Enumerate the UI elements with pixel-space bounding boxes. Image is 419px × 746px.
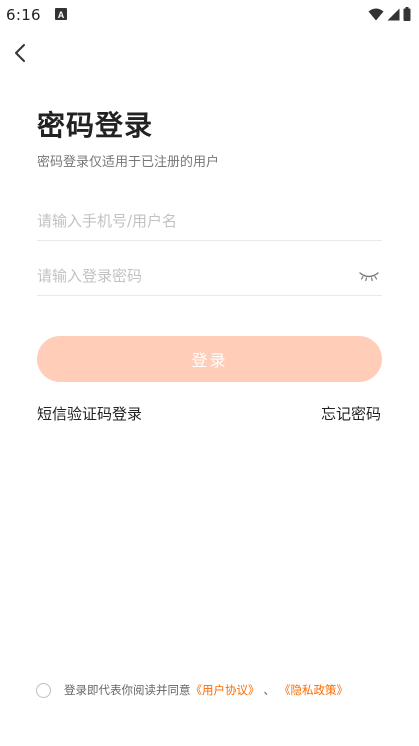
agreement-row: 登录即代表你阅读并同意 《用户协议》 、 《隐私政策》 bbox=[36, 682, 348, 698]
login-button[interactable]: 登录 bbox=[37, 336, 382, 382]
status-bar: 6:16 A bbox=[0, 0, 419, 30]
page-title: 密码登录 bbox=[37, 109, 154, 142]
status-time: 6:16 bbox=[6, 6, 41, 24]
privacy-policy-link[interactable]: 《隐私政策》 bbox=[279, 682, 348, 698]
agreement-text: 登录即代表你阅读并同意 bbox=[64, 683, 191, 697]
chevron-left-icon bbox=[15, 44, 25, 62]
agree-checkbox[interactable] bbox=[36, 682, 51, 698]
login-screen: 6:16 A 密码登录 密码登录仅适用于已注册的用户 请输入手机号/用户名 登录… bbox=[0, 0, 419, 746]
back-button[interactable] bbox=[10, 42, 32, 64]
user-agreement-link[interactable]: 《用户协议》 bbox=[191, 682, 260, 698]
status-icons bbox=[368, 6, 411, 25]
svg-text:A: A bbox=[58, 10, 65, 20]
password-field-container bbox=[37, 256, 382, 296]
sms-login-link[interactable]: 短信验证码登录 bbox=[37, 403, 142, 424]
notification-a-icon: A bbox=[55, 8, 67, 20]
eye-closed-icon[interactable] bbox=[358, 268, 380, 282]
wifi-icon bbox=[368, 6, 384, 25]
agreement-separator: 、 bbox=[263, 683, 276, 697]
phone-username-input[interactable] bbox=[37, 201, 382, 240]
cellular-signal-icon bbox=[387, 6, 400, 25]
page-subtitle: 密码登录仅适用于已注册的用户 bbox=[37, 155, 220, 170]
password-input[interactable] bbox=[37, 256, 347, 295]
forgot-password-link[interactable]: 忘记密码 bbox=[321, 403, 381, 424]
battery-icon bbox=[403, 6, 411, 25]
phone-field-container bbox=[37, 201, 382, 241]
